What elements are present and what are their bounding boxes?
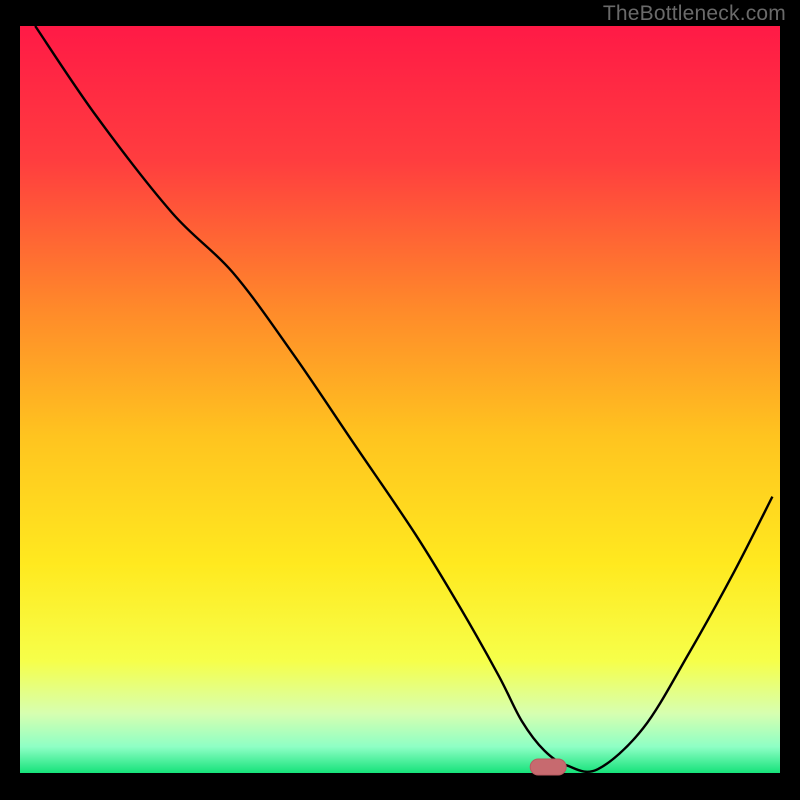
watermark-text: TheBottleneck.com xyxy=(603,2,786,26)
ideal-marker xyxy=(530,759,566,775)
gradient-background xyxy=(20,26,780,773)
bottleneck-chart xyxy=(0,0,800,800)
chart-frame: TheBottleneck.com xyxy=(0,0,800,800)
